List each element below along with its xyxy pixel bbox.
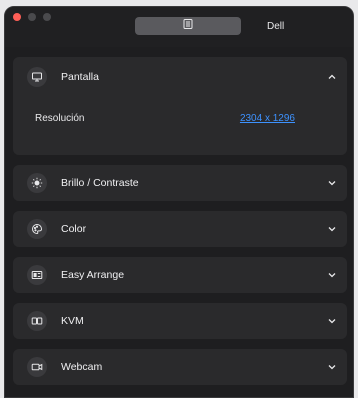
chevron-down-icon — [327, 178, 337, 188]
section-brillo-label: Brillo / Contraste — [61, 177, 139, 189]
device-tab-dell[interactable]: Dell — [267, 21, 284, 32]
resolution-label: Resolución — [35, 113, 85, 124]
chevron-down-icon — [327, 362, 337, 372]
webcam-icon — [27, 357, 47, 377]
section-webcam: Webcam — [13, 349, 347, 385]
app-window: Dell Pantalla Resolución 2304 x 1296 Bri… — [4, 6, 354, 398]
layout-icon — [27, 265, 47, 285]
palette-icon — [27, 219, 47, 239]
section-webcam-header[interactable]: Webcam — [13, 349, 347, 385]
title-bar: Dell — [5, 7, 353, 47]
section-pantalla: Pantalla Resolución 2304 x 1296 — [13, 57, 347, 155]
section-easy-arrange: Easy Arrange — [13, 257, 347, 293]
window-controls — [13, 13, 51, 21]
chevron-up-icon — [327, 72, 337, 82]
section-easy-arrange-label: Easy Arrange — [61, 269, 125, 281]
section-color: Color — [13, 211, 347, 247]
zoom-window-button[interactable] — [43, 13, 51, 21]
section-pantalla-body: Resolución 2304 x 1296 — [13, 97, 347, 154]
section-webcam-label: Webcam — [61, 361, 103, 373]
settings-list-icon — [182, 17, 194, 35]
section-pantalla-header[interactable]: Pantalla — [13, 57, 347, 97]
section-easy-arrange-header[interactable]: Easy Arrange — [13, 257, 347, 293]
section-kvm-header[interactable]: KVM — [13, 303, 347, 339]
chevron-down-icon — [327, 316, 337, 326]
settings-view-toggle[interactable] — [135, 17, 241, 35]
section-color-header[interactable]: Color — [13, 211, 347, 247]
close-window-button[interactable] — [13, 13, 21, 21]
section-color-label: Color — [61, 223, 87, 235]
resolution-link[interactable]: 2304 x 1296 — [240, 113, 295, 124]
section-kvm: KVM — [13, 303, 347, 339]
section-pantalla-label: Pantalla — [61, 71, 99, 83]
kvm-icon — [27, 311, 47, 331]
minimize-window-button[interactable] — [28, 13, 36, 21]
monitor-icon — [27, 67, 47, 87]
section-brillo-header[interactable]: Brillo / Contraste — [13, 165, 347, 201]
brightness-icon — [27, 173, 47, 193]
settings-list: Pantalla Resolución 2304 x 1296 Brillo /… — [13, 57, 347, 395]
section-brillo: Brillo / Contraste — [13, 165, 347, 201]
chevron-down-icon — [327, 224, 337, 234]
chevron-down-icon — [327, 270, 337, 280]
section-kvm-label: KVM — [61, 315, 84, 327]
